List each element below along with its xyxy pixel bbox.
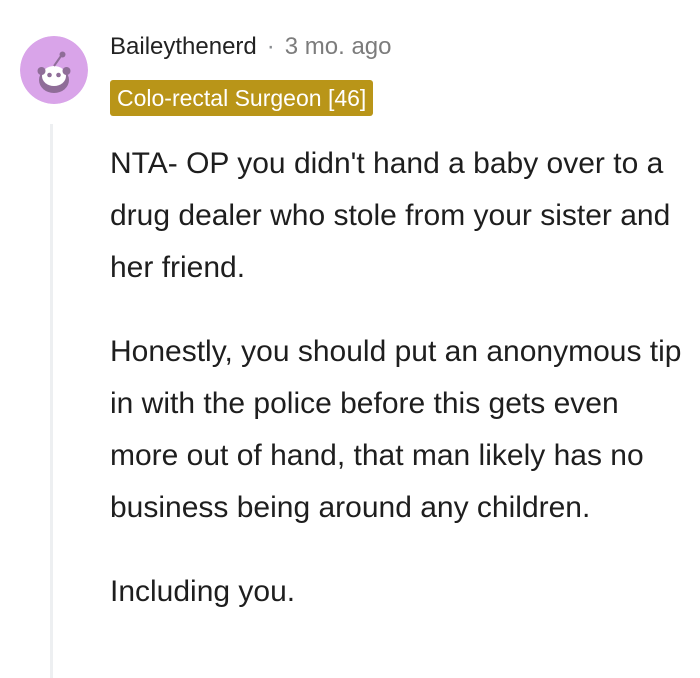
reddit-snoo-avatar-icon [20, 36, 88, 104]
comment-paragraph: Including you. [110, 575, 296, 608]
user-avatar[interactable] [20, 36, 88, 104]
comment-body: NTA- OP you didn't hand a baby over to a… [110, 138, 695, 650]
comment-timestamp[interactable]: 3 mo. ago [285, 30, 392, 64]
meta-separator: · [266, 33, 275, 60]
comment-meta: Baileythenerd · 3 mo. ago [110, 30, 392, 64]
comment-paragraph: Honestly, you should put an anonymous ti… [110, 335, 682, 524]
user-flair: Colo-rectal Surgeon [46] [110, 80, 374, 116]
comment-paragraph: NTA- OP you didn't hand a baby over to a… [110, 147, 671, 284]
comment: Baileythenerd · 3 mo. ago Colo-rectal Su… [0, 0, 700, 678]
thread-collapse-line[interactable] [50, 124, 53, 678]
username-link[interactable]: Baileythenerd [110, 30, 257, 64]
